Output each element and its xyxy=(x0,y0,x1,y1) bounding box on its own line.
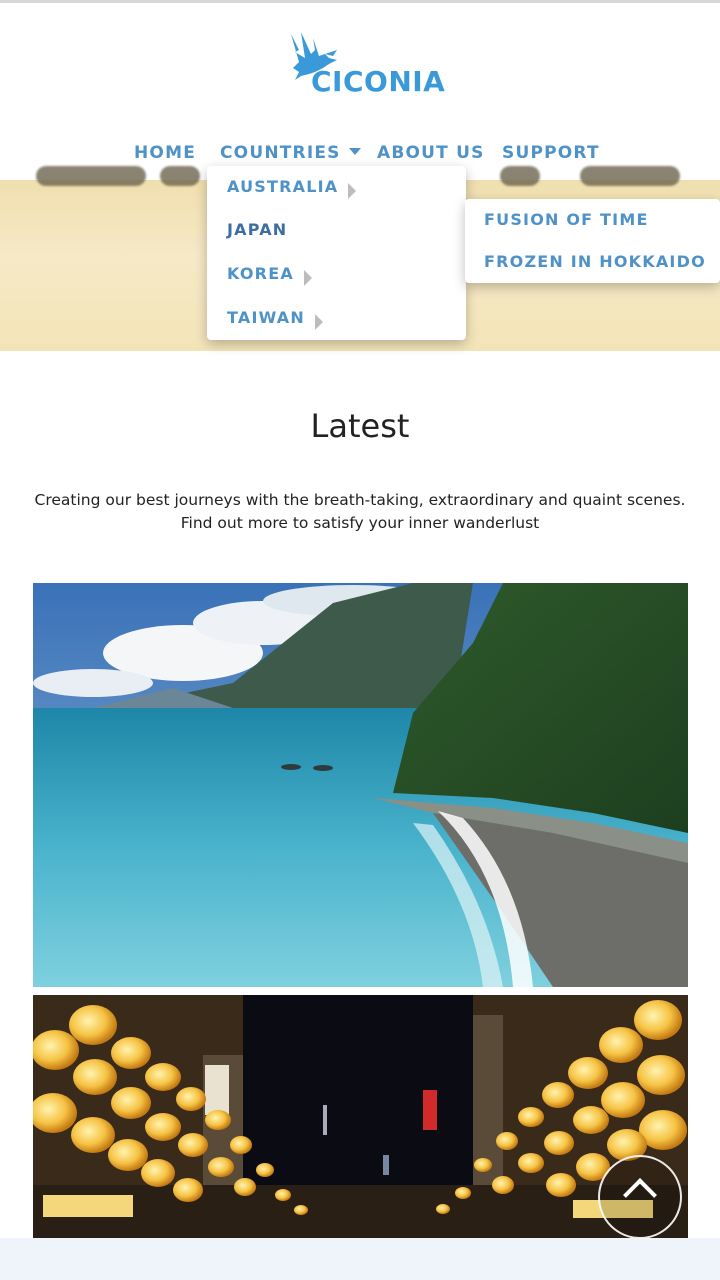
description-line: Creating our best journeys with the brea… xyxy=(34,491,686,509)
section-title: Latest xyxy=(310,407,410,445)
menu-item-australia[interactable]: AUSTRALIA xyxy=(227,177,357,199)
bottom-bar xyxy=(0,1238,720,1280)
nav-home[interactable]: HOME xyxy=(134,142,196,164)
japan-submenu: FUSION OF TIME FROZEN IN HOKKAIDO xyxy=(465,199,720,283)
hero-decor xyxy=(500,166,540,186)
main-nav: HOME COUNTRIES ABOUT US SUPPORT xyxy=(0,142,720,166)
description-line: Find out more to satisfy your inner wand… xyxy=(180,514,540,532)
submenu-item-frozen-in-hokkaido[interactable]: FROZEN IN HOKKAIDO xyxy=(484,252,706,272)
submenu-arrow-icon xyxy=(348,182,357,199)
submenu-arrow-icon xyxy=(303,269,312,286)
nav-support[interactable]: SUPPORT xyxy=(502,142,600,164)
hero-decor xyxy=(160,166,200,186)
menu-item-japan[interactable]: JAPAN xyxy=(227,220,287,240)
top-border xyxy=(0,0,720,3)
coastal-cliff-image xyxy=(33,583,688,987)
submenu-arrow-icon xyxy=(314,313,323,330)
nav-about-us[interactable]: ABOUT US xyxy=(377,142,485,164)
nav-countries[interactable]: COUNTRIES xyxy=(220,142,361,164)
menu-item-korea[interactable]: KOREA xyxy=(227,264,312,286)
brand-logo[interactable]: CICONIA xyxy=(285,28,445,98)
menu-item-label: KOREA xyxy=(227,264,294,283)
caret-down-icon xyxy=(348,147,361,155)
hero-decor xyxy=(580,166,680,186)
menu-item-label: AUSTRALIA xyxy=(227,177,339,196)
lantern-night-market-photo[interactable] xyxy=(33,995,688,1238)
scroll-to-top-button[interactable] xyxy=(598,1155,682,1239)
menu-item-label: JAPAN xyxy=(227,220,288,239)
lantern-market-image xyxy=(33,995,688,1238)
brand-name: CICONIA xyxy=(311,65,446,98)
menu-item-label: TAIWAN xyxy=(227,308,305,327)
countries-dropdown: AUSTRALIA JAPAN KOREA TAIWAN xyxy=(207,166,466,340)
coastal-cliff-photo[interactable] xyxy=(33,583,688,987)
nav-countries-label: COUNTRIES xyxy=(220,143,341,163)
page: CICONIA HOME COUNTRIES ABOUT US SUPPORT … xyxy=(0,0,720,1280)
hero-decor xyxy=(36,166,146,186)
submenu-item-fusion-of-time[interactable]: FUSION OF TIME xyxy=(484,210,649,230)
section-description: Creating our best journeys with the brea… xyxy=(10,489,710,535)
chevron-up-icon xyxy=(623,1178,657,1212)
menu-item-taiwan[interactable]: TAIWAN xyxy=(227,308,323,330)
